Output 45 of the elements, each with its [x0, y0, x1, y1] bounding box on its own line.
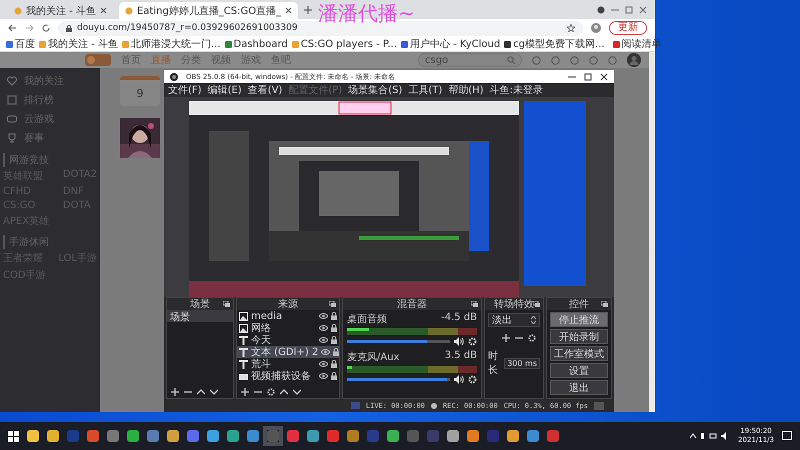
scene-item[interactable]: 场景 — [167, 310, 233, 322]
panel-title: 场景 — [190, 298, 210, 311]
panel-title: 转场特效 — [494, 298, 534, 311]
section-title: 网游竞技 — [3, 153, 97, 167]
source-item[interactable]: 视频捕获设备 — [237, 370, 339, 382]
channel-name: 桌面音频 — [347, 312, 387, 326]
panel-title: 混音器 — [397, 298, 427, 311]
panel-title: 控件 — [569, 298, 589, 311]
bookmark-link[interactable]: 北师港浸大统一门... — [122, 37, 221, 51]
source-item[interactable]: media — [237, 310, 339, 322]
menu-item[interactable]: 编辑(E) — [208, 83, 242, 97]
source-item[interactable]: 荒斗 — [237, 358, 339, 370]
bookmark-link[interactable]: 百度 — [6, 37, 35, 51]
control-button[interactable]: 工作室模式 — [550, 346, 608, 361]
browser-tab[interactable]: 我的关注 - 斗鱼 — [8, 2, 113, 19]
follow-count: 9 — [136, 86, 144, 100]
control-button[interactable]: 停止推流 — [550, 312, 608, 327]
control-button[interactable]: 设置 — [550, 363, 608, 378]
control-button[interactable]: 退出 — [550, 380, 608, 395]
panel-title: 来源 — [278, 298, 298, 311]
channel-reading: -4.5 dB — [441, 312, 477, 325]
control-button[interactable]: 开始录制 — [550, 329, 608, 344]
update-button[interactable]: 更新 — [609, 21, 647, 35]
duration-field[interactable]: 300 ms — [504, 358, 540, 368]
bookmark-link[interactable]: Dashboard — [224, 38, 288, 50]
channel-name: 麦克风/Aux — [347, 350, 400, 364]
source-item[interactable]: 今天 — [237, 334, 339, 346]
source-item[interactable]: 文本 (GDI+) 2 — [237, 346, 339, 358]
menu-item[interactable]: 帮助(H) — [448, 83, 484, 97]
menu-item[interactable]: 斗鱼:未登录 — [490, 83, 543, 97]
bookmark-link[interactable]: 我的关注 - 斗鱼 — [39, 37, 118, 51]
duration-label: 时长 — [488, 350, 499, 377]
menu-item[interactable]: 查看(V) — [248, 83, 282, 97]
menu-item[interactable]: 场景集合(S) — [348, 83, 402, 97]
section-title: 手游休闲 — [3, 235, 97, 249]
source-item[interactable]: 网络 — [237, 322, 339, 334]
bookmark-link[interactable]: 用户中心 - KyCloud — [400, 37, 500, 51]
menu-item[interactable]: 文件(F) — [168, 83, 202, 97]
menu-item[interactable]: 工具(T) — [408, 83, 442, 97]
bookmark-link[interactable]: cg模型免费下载网... — [504, 37, 605, 51]
browser-tab[interactable]: Eating婷婷儿直播_CS:GO直播_ — [118, 2, 298, 19]
bookmark-link[interactable]: CS:GO players - P... — [292, 38, 397, 50]
channel-reading: 3.5 dB — [444, 350, 477, 363]
url-text: douyu.com/19450787_r=0.03929602691003309 — [77, 23, 298, 33]
transition-dropdown[interactable]: 淡出 — [488, 313, 540, 327]
